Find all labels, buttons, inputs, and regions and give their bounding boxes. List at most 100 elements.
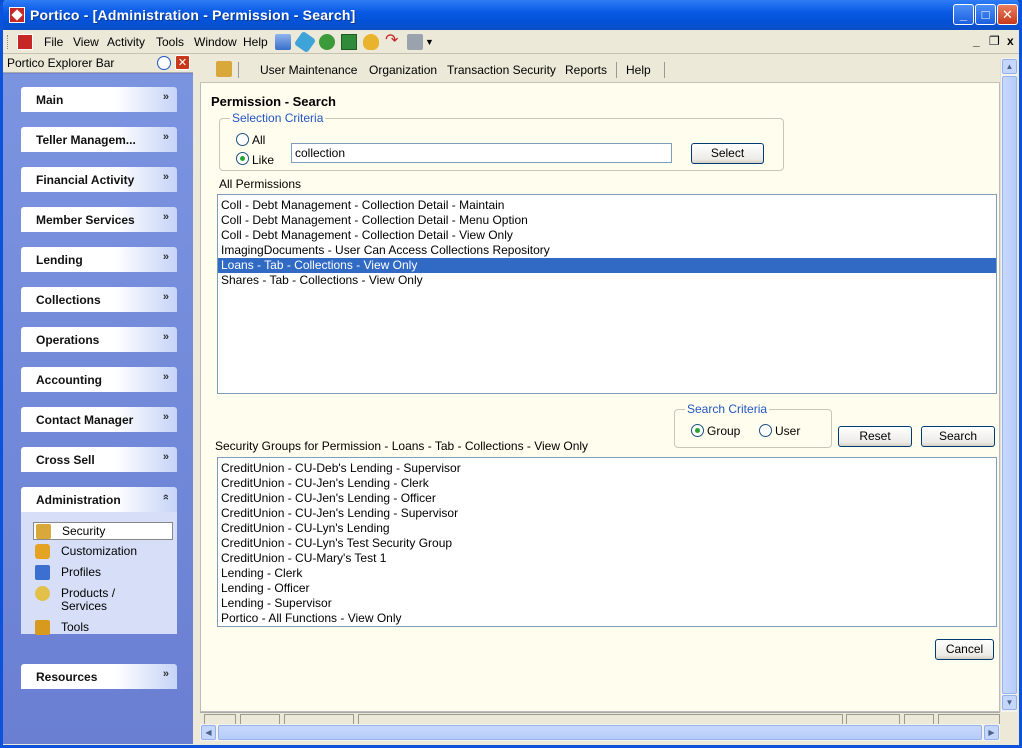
chevron-down-icon: » (162, 251, 169, 263)
security-groups-list[interactable]: CreditUnion - CU-Deb's Lending - Supervi… (217, 457, 997, 627)
permissions-list[interactable]: Coll - Debt Management - Collection Deta… (217, 194, 997, 394)
printer-dropdown-icon[interactable]: ▼ (425, 34, 441, 50)
scroll-thumb[interactable] (218, 725, 982, 740)
radio-user[interactable] (759, 424, 772, 437)
menubar-grip (7, 35, 10, 49)
radio-group[interactable] (691, 424, 704, 437)
pin-icon[interactable] (157, 56, 171, 70)
explorer-close-button[interactable]: ✕ (175, 55, 190, 70)
scroll-down-icon[interactable]: ▼ (1002, 695, 1017, 710)
group-contact-manager[interactable]: Contact Manager » (21, 407, 177, 432)
group-administration[interactable]: Administration » (21, 487, 177, 512)
radio-like[interactable] (236, 152, 249, 165)
scroll-thumb[interactable] (1002, 76, 1017, 694)
group-label: Cross Sell (36, 453, 95, 467)
list-item-selected[interactable]: Loans - Tab - Collections - View Only (218, 258, 996, 273)
toolbar-reports[interactable]: Reports (565, 63, 607, 77)
list-item[interactable]: CreditUnion - CU-Mary's Test 1 (218, 551, 996, 566)
menu-tools[interactable]: Tools (156, 35, 184, 49)
menu-help[interactable]: Help (243, 35, 268, 49)
select-button[interactable]: Select (691, 143, 764, 164)
group-main[interactable]: Main » (21, 87, 177, 112)
card-icon[interactable] (293, 30, 317, 54)
group-member-services[interactable]: Member Services » (21, 207, 177, 232)
money-icon[interactable] (319, 34, 335, 50)
scroll-right-icon[interactable]: ▶ (984, 725, 999, 740)
menu-file[interactable]: File (44, 35, 63, 49)
admin-item-label: Profiles (61, 565, 102, 579)
group-resources[interactable]: Resources » (21, 664, 177, 689)
members-icon[interactable] (275, 34, 291, 50)
status-cell (204, 714, 236, 724)
keys-icon (216, 61, 232, 77)
group-operations[interactable]: Operations » (21, 327, 177, 352)
minimize-button[interactable]: _ (953, 4, 974, 25)
list-item[interactable]: CreditUnion - CU-Jen's Lending - Clerk (218, 476, 996, 491)
status-cell (846, 714, 900, 724)
group-label: Accounting (36, 373, 102, 387)
admin-item-products-services[interactable]: Products / Services (33, 585, 173, 613)
list-item[interactable]: CreditUnion - CU-Jen's Lending - Officer (218, 491, 996, 506)
list-item[interactable]: Coll - Debt Management - Collection Deta… (218, 213, 996, 228)
group-lending[interactable]: Lending » (21, 247, 177, 272)
toolbar-help[interactable]: Help (626, 63, 651, 77)
redo-arrow-icon[interactable]: ↷ (385, 33, 401, 50)
menu-activity[interactable]: Activity (107, 35, 145, 49)
chevron-down-icon: » (162, 371, 169, 383)
cash-drawer-icon[interactable] (341, 34, 357, 50)
list-item[interactable]: Lending - Officer (218, 581, 996, 596)
mdi-close-button[interactable]: x (1007, 34, 1014, 48)
menu-window[interactable]: Window (194, 35, 237, 49)
toolbar-user-maintenance[interactable]: User Maintenance (260, 63, 357, 77)
page-title: Permission - Search (211, 94, 336, 109)
scroll-up-icon[interactable]: ▲ (1002, 59, 1017, 74)
list-item[interactable]: Lending - Supervisor (218, 596, 996, 611)
list-item[interactable]: ImagingDocuments - User Can Access Colle… (218, 243, 996, 258)
scroll-left-icon[interactable]: ◀ (201, 725, 216, 740)
security-groups-label: Security Groups for Permission - Loans -… (215, 439, 589, 453)
group-financial-activity[interactable]: Financial Activity » (21, 167, 177, 192)
toolbar-separator (664, 62, 665, 78)
admin-item-label: Products / Services (61, 586, 116, 613)
list-item[interactable]: Portico - All Functions - View Only (218, 611, 996, 626)
group-accounting[interactable]: Accounting » (21, 367, 177, 392)
group-collections[interactable]: Collections » (21, 287, 177, 312)
vertical-scrollbar[interactable]: ▲ ▼ (1000, 58, 1017, 712)
admin-item-tools[interactable]: Tools (33, 619, 173, 637)
list-item[interactable]: Lending - Clerk (218, 566, 996, 581)
list-item[interactable]: CreditUnion - CU-Deb's Lending - Supervi… (218, 461, 996, 476)
reset-button[interactable]: Reset (838, 426, 912, 447)
printer-icon[interactable] (407, 34, 423, 50)
admin-item-customization[interactable]: Customization (33, 543, 173, 561)
radio-all[interactable] (236, 133, 249, 146)
list-item[interactable]: Coll - Debt Management - Collection Deta… (218, 228, 996, 243)
all-permissions-label: All Permissions (219, 177, 302, 191)
group-teller-management[interactable]: Teller Managem... » (21, 127, 177, 152)
admin-item-security[interactable]: Security (33, 522, 173, 540)
menu-view[interactable]: View (73, 35, 99, 49)
toolbar-organization[interactable]: Organization (369, 63, 437, 77)
toolbar-transaction-security[interactable]: Transaction Security (447, 63, 556, 77)
list-item[interactable]: Shares - Tab - Collections - View Only (218, 273, 996, 288)
security-toolbar: User Maintenance Organization Transactio… (200, 58, 1000, 83)
like-search-input[interactable]: collection (291, 143, 672, 163)
close-button[interactable]: ✕ (997, 4, 1018, 25)
maximize-button[interactable]: □ (975, 4, 996, 25)
mdi-restore-button[interactable]: ❐ (989, 34, 1000, 48)
portico-menu-icon[interactable] (17, 34, 33, 50)
list-item[interactable]: CreditUnion - CU-Lyn's Lending (218, 521, 996, 536)
portico-logo-icon (9, 7, 25, 23)
bag-icon[interactable] (363, 34, 379, 50)
group-cross-sell[interactable]: Cross Sell » (21, 447, 177, 472)
keys-icon (36, 524, 51, 539)
list-item[interactable]: Coll - Debt Management - Collection Deta… (218, 198, 996, 213)
explorer-body: Main » Teller Managem... » Financial Activ… (3, 74, 193, 744)
search-button[interactable]: Search (921, 426, 995, 447)
list-item[interactable]: CreditUnion - CU-Lyn's Test Security Gro… (218, 536, 996, 551)
mdi-minimize-button[interactable]: _ (973, 34, 980, 48)
chevron-down-icon: » (162, 131, 169, 143)
cancel-button[interactable]: Cancel (935, 639, 994, 660)
list-item[interactable]: CreditUnion - CU-Jen's Lending - Supervi… (218, 506, 996, 521)
horizontal-scrollbar[interactable]: ◀ ▶ (200, 724, 1000, 741)
admin-item-profiles[interactable]: Profiles (33, 564, 173, 582)
